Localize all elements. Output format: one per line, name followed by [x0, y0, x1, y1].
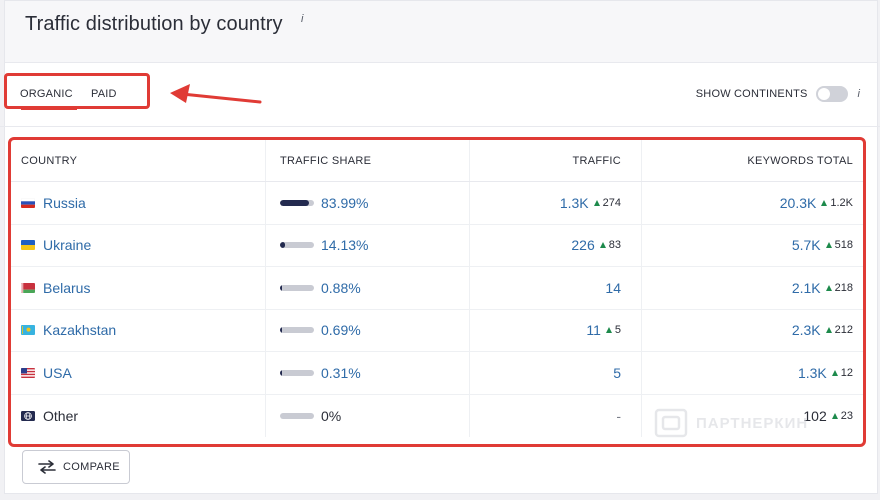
keywords-delta: 12	[831, 366, 853, 379]
page-title: Traffic distribution by country	[25, 13, 283, 35]
traffic-value[interactable]: 14	[605, 280, 621, 296]
share-value[interactable]: 0.69%	[321, 322, 361, 338]
share-bar	[280, 284, 314, 291]
card-header: Traffic distribution by country i	[5, 1, 877, 63]
share-bar	[280, 242, 314, 249]
column-header-keywords-total[interactable]: KEYWORDS TOTAL	[747, 155, 853, 167]
traffic-delta-value: 274	[602, 196, 621, 209]
table-row: Russia 83.99% 1.3K 274 20.3K 1.2K	[11, 182, 863, 225]
keywords-delta: 212	[825, 324, 853, 337]
keywords-delta-value: 518	[834, 239, 853, 252]
flag-ukraine-icon	[21, 240, 35, 251]
flag-belarus-icon	[21, 282, 35, 293]
traffic-value: -	[616, 407, 621, 424]
traffic-delta-value: 83	[608, 239, 621, 252]
up-triangle-icon	[831, 412, 838, 419]
share-bar	[280, 369, 314, 376]
continents-info-icon[interactable]: i	[858, 88, 860, 100]
traffic-delta: 5	[605, 324, 621, 337]
up-triangle-icon	[825, 284, 832, 291]
compare-button[interactable]: COMPARE	[22, 450, 130, 484]
country-link[interactable]: USA	[43, 365, 72, 381]
show-continents-label: SHOW CONTINENTS	[695, 88, 808, 100]
country-link[interactable]: Kazakhstan	[43, 322, 116, 338]
share-bar	[280, 199, 314, 206]
traffic-value[interactable]: 5	[613, 365, 621, 381]
table-row: Belarus 0.88% 14 2.1K 218	[11, 267, 863, 310]
keywords-value[interactable]: 20.3K	[780, 195, 817, 211]
column-header-country[interactable]: COUNTRY	[21, 155, 77, 167]
keywords-value[interactable]: 2.3K	[792, 322, 821, 338]
keywords-delta: 518	[825, 239, 853, 252]
up-triangle-icon	[593, 199, 600, 206]
up-triangle-icon	[831, 369, 838, 376]
up-triangle-icon	[825, 327, 832, 334]
table-row: Ukraine 14.13% 226 83 5.7K 518	[11, 224, 863, 267]
keywords-delta-value: 12	[840, 366, 853, 379]
keywords-delta-value: 23	[840, 409, 853, 422]
watermark: ПАРТНЕРКИН	[654, 408, 808, 438]
watermark-logo-icon	[654, 408, 688, 438]
tabs-highlight-box: ORGANIC PAID	[4, 73, 150, 110]
keywords-delta-value: 1.2K	[830, 196, 853, 209]
table-header: COUNTRY TRAFFIC SHARE TRAFFIC KEYWORDS T…	[11, 140, 863, 182]
keywords-value[interactable]: 5.7K	[792, 237, 821, 253]
up-triangle-icon	[821, 199, 828, 206]
share-value[interactable]: 0.31%	[321, 365, 361, 381]
up-triangle-icon	[605, 327, 612, 334]
traffic-value[interactable]: 1.3K	[560, 195, 589, 211]
tab-paid[interactable]: PAID	[91, 88, 117, 100]
toggle-knob	[817, 88, 830, 100]
watermark-text: ПАРТНЕРКИН	[696, 414, 809, 432]
keywords-delta: 1.2K	[821, 197, 853, 209]
flag-kazakhstan-icon	[21, 325, 35, 336]
share-bar	[280, 412, 314, 419]
traffic-delta: 83	[599, 239, 621, 252]
share-value[interactable]: 0.88%	[321, 280, 361, 296]
country-link[interactable]: Ukraine	[43, 237, 91, 253]
section-divider	[0, 126, 880, 127]
red-arrow-annotation	[170, 84, 262, 104]
flag-usa-icon	[21, 367, 35, 378]
share-bar	[280, 327, 314, 334]
country-link[interactable]: Belarus	[43, 280, 90, 296]
keywords-delta: 23	[831, 409, 853, 422]
share-value[interactable]: 14.13%	[321, 237, 368, 253]
keywords-value[interactable]: 2.1K	[792, 280, 821, 296]
tab-active-underline	[21, 107, 77, 110]
country-link[interactable]: Russia	[43, 195, 86, 211]
country-label-other: Other	[43, 407, 79, 424]
tab-organic[interactable]: ORGANIC	[20, 88, 73, 100]
up-triangle-icon	[825, 242, 832, 249]
flag-russia-icon	[21, 197, 35, 208]
globe-icon	[21, 410, 35, 421]
keywords-delta-value: 218	[834, 281, 853, 294]
column-header-traffic[interactable]: TRAFFIC	[572, 155, 621, 167]
keywords-delta: 218	[825, 281, 853, 294]
compare-label: COMPARE	[63, 461, 120, 473]
keywords-value[interactable]: 1.3K	[798, 365, 827, 381]
traffic-delta-value: 5	[614, 324, 621, 337]
country-table: COUNTRY TRAFFIC SHARE TRAFFIC KEYWORDS T…	[8, 137, 866, 447]
show-continents-toggle[interactable]	[815, 86, 848, 102]
swap-arrows-icon	[38, 460, 56, 474]
up-triangle-icon	[599, 242, 606, 249]
title-info-icon[interactable]: i	[301, 13, 303, 25]
table-row: USA 0.31% 5 1.3K 12	[11, 352, 863, 395]
keywords-delta-value: 212	[834, 324, 853, 337]
traffic-value[interactable]: 226	[571, 237, 594, 253]
share-value: 0%	[321, 407, 342, 424]
table-row: Kazakhstan 0.69% 11 5 2.3K 212	[11, 309, 863, 352]
column-header-traffic-share[interactable]: TRAFFIC SHARE	[280, 155, 371, 167]
traffic-value[interactable]: 11	[586, 322, 601, 338]
share-value[interactable]: 83.99%	[321, 195, 368, 211]
show-continents-control: SHOW CONTINENTS i	[696, 86, 860, 102]
traffic-delta: 274	[593, 196, 621, 209]
